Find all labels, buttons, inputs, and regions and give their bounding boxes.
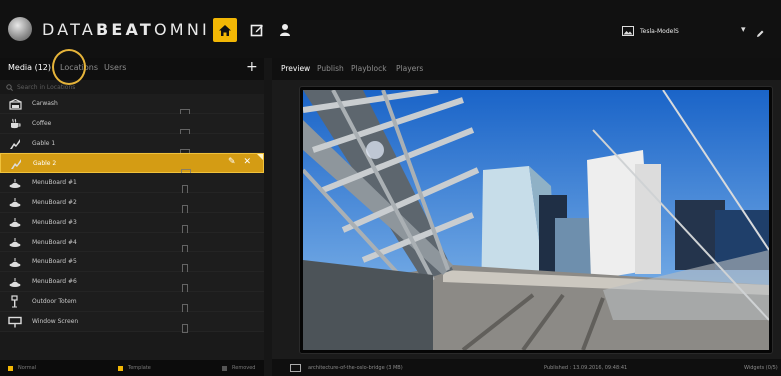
file-thumbnail-icon (290, 364, 301, 372)
legend-swatch (8, 365, 13, 371)
selection-corner (257, 154, 263, 161)
user-icon (280, 24, 290, 36)
close-icon[interactable]: ✕ (244, 157, 252, 167)
menuboard-icon (8, 237, 22, 249)
brand-text-bold: BEAT (96, 20, 155, 39)
location-label: Gable 2 (33, 160, 57, 168)
image-icon (622, 26, 634, 36)
location-label: Coffee (32, 119, 52, 127)
location-label: Outdoor Totem (32, 297, 77, 305)
gable-icon (8, 138, 22, 150)
user-button[interactable] (274, 19, 296, 41)
tab-publish[interactable]: Publish (317, 64, 344, 73)
tab-users[interactable]: Users (104, 63, 126, 72)
location-row[interactable]: MenuBoard #5 (0, 252, 264, 274)
menuboard-icon (8, 256, 22, 268)
tab-preview[interactable]: Preview (281, 64, 310, 73)
legend-normal: Normal (8, 365, 36, 371)
highlight-ring (52, 49, 86, 85)
location-label: MenuBoard #6 (32, 278, 77, 286)
menuboard-icon (8, 217, 22, 229)
right-tabs: Preview Publish Playblock Players (272, 58, 781, 80)
search-icon (6, 83, 13, 91)
window-screen-icon (8, 316, 22, 328)
preview-image (303, 90, 769, 350)
pencil-icon[interactable]: ✎ (228, 157, 236, 167)
legend-label: Template (128, 365, 151, 371)
gable-icon (9, 158, 23, 170)
location-row[interactable]: Coffee (0, 113, 264, 135)
app-window: DATABEATOMNI Tesla-ModelS ▾ Media (12) L… (0, 0, 781, 376)
menuboard-icon (8, 276, 22, 288)
location-row[interactable]: MenuBoard #3 (0, 212, 264, 234)
menuboard-icon (8, 197, 22, 209)
brand-logo: DATABEATOMNI (42, 20, 210, 39)
edit-icon (250, 24, 263, 37)
status-legend: Normal Template Removed (0, 360, 264, 376)
legend-label: Normal (18, 365, 37, 371)
carwash-icon (8, 98, 22, 110)
device-selector[interactable]: Tesla-ModelS ▾ (622, 22, 780, 40)
preview-frame (299, 86, 773, 354)
coffee-icon (8, 118, 22, 130)
published-timestamp: Published : 13.09.2016, 09:48:41 (544, 365, 628, 371)
tab-media[interactable]: Media (12) (8, 63, 51, 72)
chevron-down-icon[interactable]: ▾ (741, 25, 746, 35)
left-tabs: Media (12) Locations Users + (0, 58, 264, 80)
search-row[interactable]: Search in Locations (0, 80, 264, 94)
pencil-icon[interactable] (756, 23, 764, 42)
location-row[interactable]: MenuBoard #1 (0, 173, 264, 195)
legend-swatch (118, 365, 123, 371)
location-label: Gable 1 (32, 139, 56, 147)
legend-swatch (222, 365, 227, 371)
location-row[interactable]: MenuBoard #6 (0, 272, 264, 294)
location-label: MenuBoard #3 (32, 218, 77, 226)
add-button[interactable]: + (246, 59, 258, 75)
portrait-orientation-icon (182, 318, 188, 337)
edit-content-button[interactable] (246, 19, 268, 41)
location-row[interactable]: Gable 1 (0, 133, 264, 155)
widgets-count: Widgets (0/5) (744, 365, 778, 371)
location-label: Window Screen (32, 317, 79, 325)
location-row[interactable]: MenuBoard #4 (0, 232, 264, 254)
device-name: Tesla-ModelS (640, 27, 679, 35)
brand-text-suffix: OMNI (154, 20, 210, 39)
locations-panel: Media (12) Locations Users + Search in L… (0, 58, 264, 376)
locations-list: Carwash Coffee Gable 1 Gable 2 ✎ ✕ MenuBoard #… (0, 94, 264, 333)
home-button[interactable] (213, 18, 237, 42)
location-label: MenuBoard #4 (32, 238, 77, 246)
location-row[interactable]: MenuBoard #2 (0, 192, 264, 214)
location-label: Carwash (32, 100, 58, 107)
top-bar: DATABEATOMNI Tesla-ModelS ▾ (0, 0, 781, 58)
tab-players[interactable]: Players (396, 64, 423, 73)
home-icon (219, 24, 231, 36)
location-label: MenuBoard #1 (32, 179, 77, 187)
totem-icon (8, 295, 22, 308)
location-row[interactable]: Gable 2 ✎ ✕ (0, 153, 264, 176)
tab-playblock[interactable]: Playblock (351, 64, 387, 73)
location-label: MenuBoard #2 (32, 198, 77, 206)
location-row[interactable]: Outdoor Totem (0, 291, 264, 313)
location-row[interactable]: Window Screen (0, 311, 264, 333)
brand-text-prefix: DATA (42, 20, 97, 39)
row-actions: ✎ ✕ (228, 157, 251, 167)
preview-panel: Preview Publish Playblock Players archit… (272, 58, 781, 376)
file-name: architecture-of-the-oslo-bridge (3 MB) (308, 365, 403, 371)
legend-label: Removed (232, 365, 256, 371)
legend-removed: Removed (222, 365, 255, 371)
menuboard-icon (8, 177, 22, 189)
status-bar: architecture-of-the-oslo-bridge (3 MB) P… (272, 359, 781, 376)
logo-badge (8, 17, 32, 41)
location-label: MenuBoard #5 (32, 258, 77, 266)
location-row[interactable]: Carwash (0, 94, 264, 115)
legend-template: Template (118, 365, 151, 371)
